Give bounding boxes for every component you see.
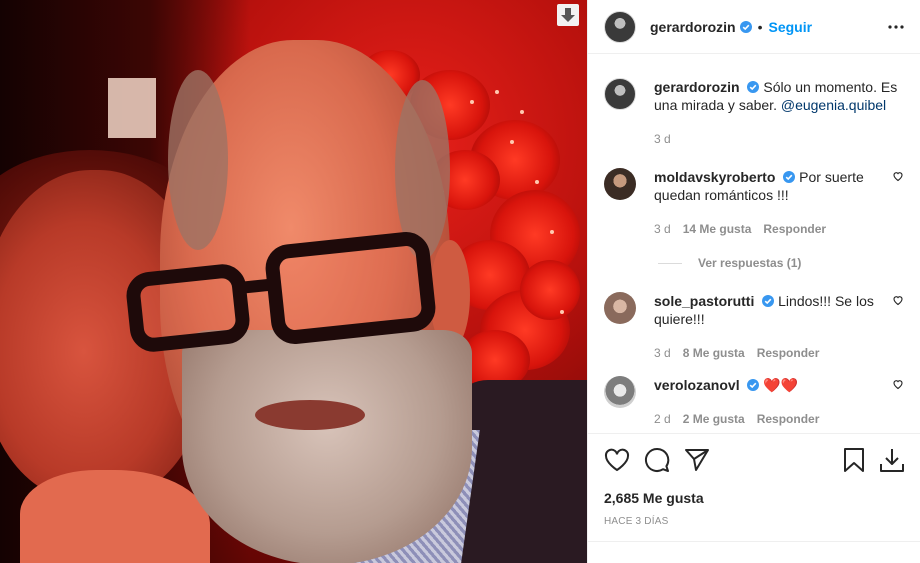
more-options-icon [888, 24, 904, 29]
reply-button[interactable]: Responder [763, 220, 826, 238]
heart-icon [604, 448, 630, 472]
download-arrow-icon [561, 8, 575, 22]
verified-badge-icon [747, 81, 760, 93]
post-actions: 2,685 Me gusta HACE 3 DÍAS [588, 433, 920, 527]
comment-likes[interactable]: 14 Me gusta [683, 220, 752, 238]
comment-likes[interactable]: 2 Me gusta [683, 410, 745, 428]
download-button[interactable] [557, 4, 579, 26]
commenter-avatar[interactable] [604, 292, 636, 324]
verified-badge-icon [747, 379, 760, 391]
more-options-button[interactable] [888, 24, 904, 29]
post-photo[interactable] [0, 0, 587, 563]
commenter-avatar[interactable] [604, 168, 636, 200]
like-count[interactable]: 2,685 Me gusta [604, 490, 905, 506]
post-header: gerardorozin • Seguir [588, 0, 920, 54]
like-button[interactable] [604, 448, 630, 472]
verified-badge-icon [762, 295, 775, 307]
view-replies-label[interactable]: Ver respuestas (1) [698, 256, 801, 270]
comment-text: ❤️❤️ [763, 377, 799, 393]
download-arrow-icon [880, 449, 904, 472]
replies-divider [658, 262, 682, 264]
action-icons-row [604, 446, 905, 474]
bookmark-icon [844, 448, 864, 472]
download-post-button[interactable] [879, 447, 905, 473]
paper-plane-icon [685, 449, 709, 471]
comment-username[interactable]: moldavskyroberto [654, 169, 775, 185]
reply-button[interactable]: Responder [757, 410, 820, 428]
comment-time[interactable]: 2 d [654, 410, 671, 428]
comment-likes[interactable]: 8 Me gusta [683, 344, 745, 362]
comments-list[interactable]: gerardorozin Sólo un momento. Es una mir… [588, 54, 920, 432]
comment-item: sole_pastorutti Lindos!!! Se los quiere!… [604, 292, 904, 362]
comment-like-icon[interactable] [892, 378, 904, 390]
comment-username[interactable]: verolozanovl [654, 377, 740, 393]
save-button[interactable] [843, 447, 865, 473]
author-username[interactable]: gerardorozin [650, 19, 736, 35]
author-avatar[interactable] [604, 10, 636, 43]
photo-man-beard [182, 330, 472, 563]
view-replies-button[interactable]: Ver respuestas (1) [658, 256, 904, 270]
photo-man-hair-left [168, 70, 228, 250]
comment-item: verolozanovl ❤️❤️ 2 d 2 Me gusta Respond… [604, 376, 904, 428]
caption-author-avatar[interactable] [604, 78, 636, 110]
comment-time[interactable]: 3 d [654, 344, 671, 362]
comment-item: moldavskyroberto Por suerte quedan román… [604, 168, 904, 238]
caption-username[interactable]: gerardorozin [654, 79, 740, 95]
reply-button[interactable]: Responder [757, 344, 820, 362]
comment-button[interactable] [644, 447, 670, 473]
caption-time[interactable]: 3 d [654, 130, 671, 148]
photo-glasses [124, 228, 438, 355]
share-button[interactable] [684, 448, 710, 472]
comment-bubble-icon [645, 447, 670, 472]
post-date[interactable]: HACE 3 DÍAS [604, 516, 905, 527]
comment-like-icon[interactable] [892, 294, 904, 306]
comment-like-icon[interactable] [892, 170, 904, 182]
photo-background-doorway [108, 78, 156, 138]
verified-badge-icon [783, 171, 796, 183]
caption-mention-link[interactable]: @eugenia.quibel [781, 97, 886, 113]
header-separator: • [757, 18, 763, 35]
verified-badge-icon [739, 20, 752, 33]
follow-button[interactable]: Seguir [768, 19, 812, 35]
add-comment-area[interactable] [588, 541, 920, 563]
post-caption: gerardorozin Sólo un momento. Es una mir… [604, 78, 904, 148]
comment-time[interactable]: 3 d [654, 220, 671, 238]
photo-man-mouth [255, 400, 365, 430]
instagram-post: gerardorozin • Seguir gerardorozin Sólo … [0, 0, 920, 563]
comment-username[interactable]: sole_pastorutti [654, 293, 754, 309]
commenter-avatar[interactable] [604, 376, 636, 408]
post-side-panel: gerardorozin • Seguir gerardorozin Sólo … [587, 0, 920, 563]
